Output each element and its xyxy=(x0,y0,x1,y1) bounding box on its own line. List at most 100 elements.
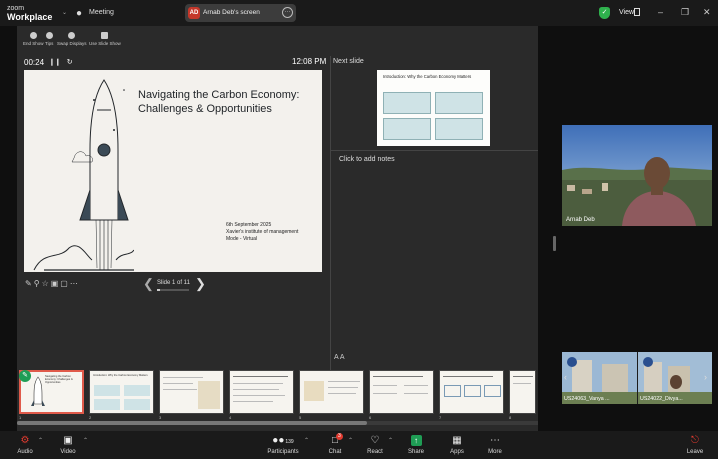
use-slide-show-button[interactable]: Use Slide Show xyxy=(89,32,121,46)
share-button[interactable]: ↑ Share xyxy=(404,435,428,455)
participants-button[interactable]: ●●139 Participants xyxy=(266,435,300,455)
thumbnail-scrollbar[interactable] xyxy=(17,421,538,425)
security-shield-icon[interactable]: ✓ xyxy=(599,7,610,19)
swap-displays-button[interactable]: Swap Displays xyxy=(57,32,87,46)
slide-thumbnail[interactable] xyxy=(229,370,294,414)
participant-name: Arnab Deb xyxy=(566,217,595,223)
apps-icon: ▦ xyxy=(452,435,462,446)
pen-icon[interactable]: ✎ xyxy=(25,279,34,288)
slide-thumbnail[interactable] xyxy=(159,370,224,414)
next-slide-icon[interactable]: ❯ xyxy=(195,276,206,292)
apps-label: Apps xyxy=(450,449,464,455)
meeting-label[interactable]: Meeting xyxy=(89,9,114,16)
annotate-pen-button[interactable]: ✎ xyxy=(19,370,31,382)
slide-mode: Mode - Virtual xyxy=(226,236,258,242)
info-icon xyxy=(45,32,53,39)
subtitles-icon[interactable]: ▣ xyxy=(51,279,61,288)
more-button[interactable]: ⋯ More xyxy=(484,435,506,455)
notes-font-size-controls[interactable]: A A xyxy=(334,354,345,361)
chat-button[interactable]: □ 3 Chat xyxy=(324,433,346,455)
thumbnail-line xyxy=(328,381,360,382)
audio-button[interactable]: ⚙ Audio xyxy=(14,435,36,455)
video-tile[interactable]: US24022_Divya... xyxy=(638,352,712,404)
video-tile-main[interactable]: Arnab Deb xyxy=(562,125,712,226)
minimize-icon[interactable]: – xyxy=(658,7,663,17)
video-tile[interactable]: US24063_Vanya ... xyxy=(562,352,637,404)
more-options-icon[interactable]: ··· xyxy=(282,7,293,18)
leave-button[interactable]: ⎋ Leave xyxy=(684,435,706,455)
shared-screen: End Show Tips Swap Displays Use Slide Sh… xyxy=(17,26,538,431)
leave-label: Leave xyxy=(686,449,704,455)
video-tile-strip: US24063_Vanya ... US24022_Divya... ‹ › xyxy=(562,352,712,404)
previous-slide-icon[interactable]: ❮ xyxy=(143,276,154,292)
reset-icon[interactable]: ↻ xyxy=(67,59,73,66)
thumbnail-line xyxy=(163,383,193,384)
next-slide-preview[interactable]: Introduction: Why the Carbon Economy Mat… xyxy=(377,70,490,146)
slide-title: Navigating the Carbon Economy: Challenge… xyxy=(138,88,318,116)
slide-thumbnail[interactable] xyxy=(299,370,364,414)
zoom-icon[interactable]: ⚲ xyxy=(34,279,42,288)
thumbnail-card xyxy=(444,385,461,397)
pause-icon[interactable]: ❙❙ xyxy=(49,59,61,66)
more-options-icon[interactable]: ⋯ xyxy=(70,279,80,288)
slide-progress-fill xyxy=(157,289,160,291)
participants-options-caret[interactable]: ⌃ xyxy=(304,437,309,444)
notes-divider xyxy=(330,150,538,151)
chat-options-caret[interactable]: ⌃ xyxy=(348,437,353,444)
black-screen-icon[interactable]: ▢ xyxy=(60,279,70,288)
video-button[interactable]: ▣ Video xyxy=(56,435,80,455)
thumbnail-line xyxy=(373,376,423,377)
react-label: React xyxy=(367,449,383,455)
close-icon[interactable]: ✕ xyxy=(703,7,711,18)
participants-label: Participants xyxy=(267,449,299,455)
thumbnail-line xyxy=(443,376,493,377)
next-slide-card xyxy=(435,92,483,114)
audio-options-caret[interactable]: ⌃ xyxy=(38,437,43,444)
thumbnail-line xyxy=(328,393,356,394)
microphone-muted-icon: ⚙ xyxy=(20,435,30,446)
pane-divider[interactable] xyxy=(330,56,331,396)
rocket-illustration xyxy=(33,79,134,271)
speaker-notes[interactable]: Click to add notes xyxy=(339,156,395,163)
apps-button[interactable]: ▦ Apps xyxy=(446,435,468,455)
view-button[interactable]: View xyxy=(619,9,634,16)
end-show-label: End Show xyxy=(23,41,44,46)
pointer-icon[interactable]: ☆ xyxy=(42,279,51,288)
screen-share-label: Arnab Deb's screen xyxy=(203,9,260,16)
share-label: Share xyxy=(407,449,424,455)
next-slide-label: Next slide xyxy=(333,58,364,65)
slide-thumbnail[interactable] xyxy=(509,370,536,414)
meeting-icon[interactable]: ● xyxy=(76,8,82,19)
thumbnail-card xyxy=(124,399,150,410)
screen-share-indicator[interactable]: AD Arnab Deb's screen ··· xyxy=(185,4,296,22)
swap-displays-label: Swap Displays xyxy=(57,41,87,46)
slide-thumbnail[interactable]: Introduction: Why the Carbon Economy Mat… xyxy=(89,370,154,414)
thumbnail-line xyxy=(233,376,288,377)
thumbnail-card xyxy=(464,385,481,397)
elapsed-timer: 00:24 xyxy=(24,58,45,67)
participant-video xyxy=(562,125,712,226)
thumbnail-image xyxy=(304,381,324,401)
video-options-caret[interactable]: ⌃ xyxy=(83,437,88,444)
chevron-right-icon[interactable]: › xyxy=(704,372,707,382)
end-show-icon xyxy=(29,32,37,39)
current-slide[interactable]: Navigating the Carbon Economy: Challenge… xyxy=(24,70,322,272)
swap-icon xyxy=(68,32,76,39)
view-grid-icon[interactable] xyxy=(634,8,640,16)
chevron-down-icon[interactable]: ⌄ xyxy=(62,9,67,16)
thumbnail-number: 3 xyxy=(159,415,162,420)
slide-thumbnail[interactable] xyxy=(369,370,434,414)
panel-resize-handle[interactable] xyxy=(553,236,556,251)
participants-icon: ●●139 xyxy=(272,435,294,446)
chevron-left-icon[interactable]: ‹ xyxy=(564,372,567,382)
scrollbar-thumb[interactable] xyxy=(17,421,367,425)
react-button[interactable]: ♡ React xyxy=(364,435,386,455)
react-options-caret[interactable]: ⌃ xyxy=(388,437,393,444)
slide-thumbnail[interactable] xyxy=(439,370,504,414)
audio-label: Audio xyxy=(17,449,33,455)
tips-button[interactable]: Tips xyxy=(45,32,53,46)
slide-title-line1: Navigating the Carbon Economy: xyxy=(138,89,300,101)
restore-icon[interactable]: ❐ xyxy=(681,7,689,18)
thumbnail-line xyxy=(233,389,279,390)
end-show-button[interactable]: End Show xyxy=(23,32,44,46)
